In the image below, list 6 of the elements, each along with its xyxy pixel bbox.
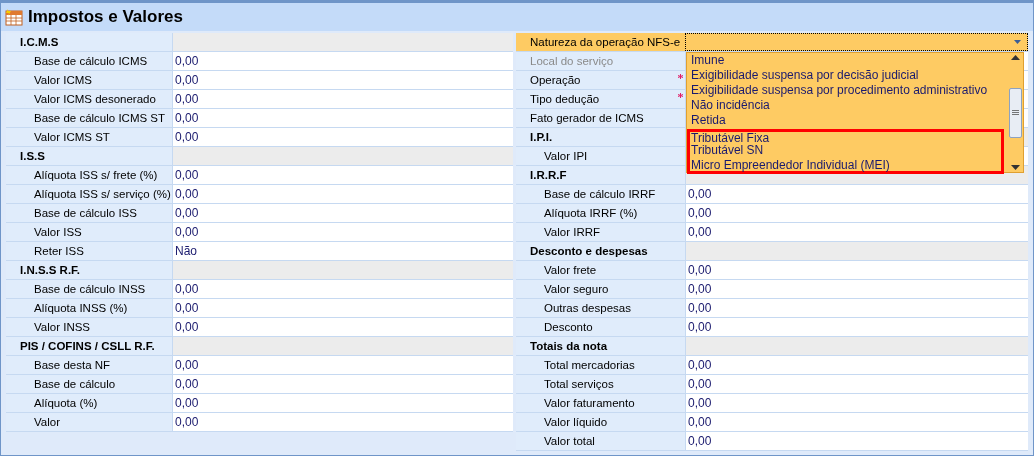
- field-label: Local do serviço: [530, 55, 614, 67]
- field-label: Tipo dedução: [530, 93, 600, 105]
- field-label: Fato gerador de ICMS: [530, 112, 644, 124]
- field-label: Natureza da operação NFS-e: [530, 36, 681, 48]
- field-label: Operação: [530, 74, 581, 86]
- panel-title: Impostos e Valores: [28, 6, 183, 29]
